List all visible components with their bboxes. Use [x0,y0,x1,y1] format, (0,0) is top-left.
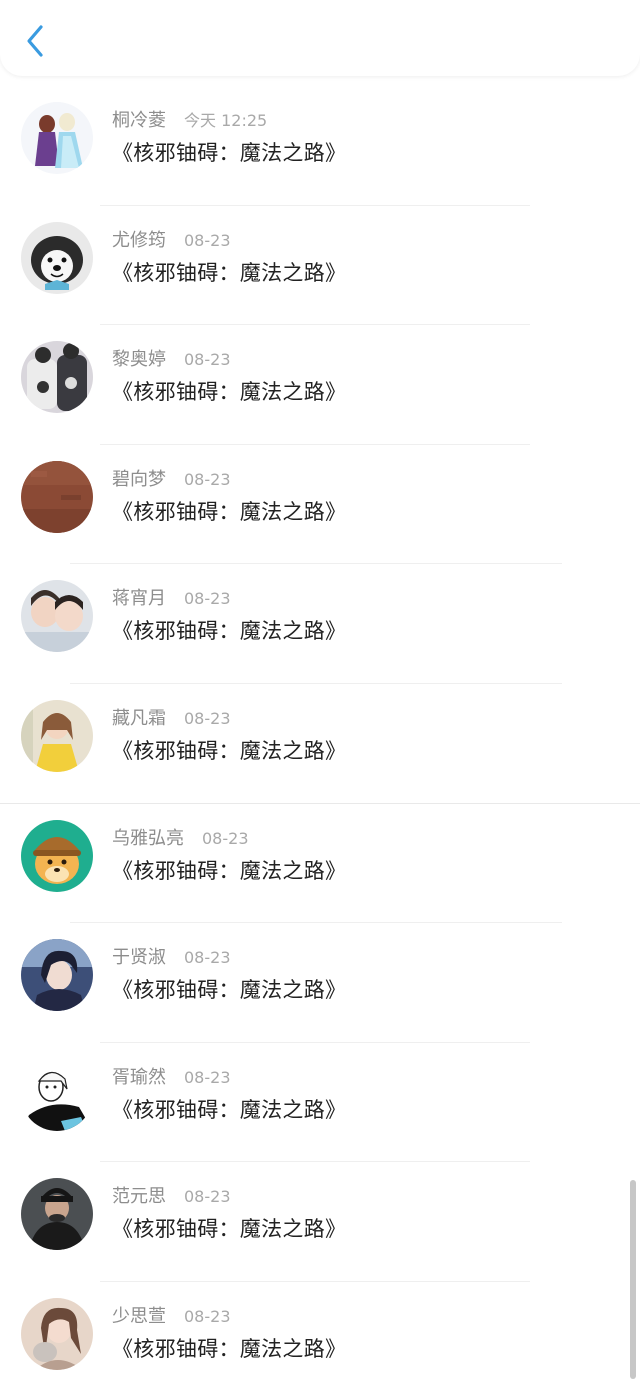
sender-name: 少思萱 [112,1305,166,1327]
list-item[interactable]: 蒋宵月 08-23 《核邪铀碍：魔法之路》 [0,564,640,684]
avatar [21,939,93,1012]
list-item[interactable]: 范元思 08-23 《核邪铀碍：魔法之路》 [0,1162,640,1282]
message-text: 《核邪铀碍：魔法之路》 [112,499,347,524]
message-time: 08-23 [184,948,231,968]
list-item[interactable]: 黎奥婷 08-23 《核邪铀碍：魔法之路》 [0,325,640,445]
message-time: 08-23 [184,350,231,370]
sender-name: 桐冷菱 [112,110,166,131]
list-item[interactable]: 桐冷菱 今天 12:25 《核邪铀碍：魔法之路》 [0,86,640,206]
sender-name: 碧向梦 [112,468,166,490]
scrollbar[interactable] [630,1180,636,1379]
avatar [21,341,93,414]
top-bar [0,0,640,76]
avatar [21,699,93,772]
message-time: 08-23 [184,1067,231,1087]
sender-name: 黎奥婷 [112,349,166,371]
message-time: 08-23 [184,230,231,250]
list-item[interactable]: 尤修筠 08-23 《核邪铀碍：魔法之路》 [0,206,640,326]
avatar [21,1297,93,1370]
sender-name: 胥瑜然 [112,1066,166,1088]
list-item[interactable]: 乌雅弘亮 08-23 《核邪铀碍：魔法之路》 [0,804,640,924]
message-time: 08-23 [184,708,231,728]
list-item[interactable]: 于贤淑 08-23 《核邪铀碍：魔法之路》 [0,923,640,1043]
message-time: 今天 12:25 [184,111,268,130]
message-text: 《核邪铀碍：魔法之路》 [112,978,347,1003]
back-button[interactable] [18,22,52,60]
sender-name: 乌雅弘亮 [112,827,184,849]
list-item[interactable]: 胥瑜然 08-23 《核邪铀碍：魔法之路》 [0,1043,640,1163]
message-list-page: 桐冷菱 今天 12:25 《核邪铀碍：魔法之路》 尤修筠 08-23 《核邪铀碍… [0,0,640,1379]
chevron-left-icon [27,25,43,57]
avatar [21,1178,93,1251]
avatar [21,221,93,294]
avatar [21,102,93,174]
message-time: 08-23 [184,469,231,489]
message-text: 《核邪铀碍：魔法之路》 [112,260,347,285]
list-item[interactable]: 藏凡霜 08-23 《核邪铀碍：魔法之路》 [0,684,640,804]
avatar [21,819,93,892]
list-item[interactable]: 碧向梦 08-23 《核邪铀碍：魔法之路》 [0,445,640,565]
message-time: 08-23 [184,1306,231,1326]
list-item[interactable]: 少思萱 08-23 《核邪铀碍：魔法之路》 [0,1282,640,1379]
message-list: 桐冷菱 今天 12:25 《核邪铀碍：魔法之路》 尤修筠 08-23 《核邪铀碍… [0,86,640,1379]
message-text: 《核邪铀碍：魔法之路》 [112,619,347,644]
message-text: 《核邪铀碍：魔法之路》 [112,738,347,763]
sender-name: 范元思 [112,1186,166,1208]
message-time: 08-23 [184,589,231,609]
sender-name: 藏凡霜 [112,707,166,729]
sender-name: 于贤淑 [112,947,166,969]
avatar [21,1058,93,1131]
message-text: 《核邪铀碍：魔法之路》 [112,858,347,883]
sender-name: 蒋宵月 [112,588,166,610]
message-text: 《核邪铀碍：魔法之路》 [112,1336,347,1361]
message-time: 08-23 [202,828,249,848]
message-time: 08-23 [184,1187,231,1207]
sender-name: 尤修筠 [112,229,166,251]
message-text: 《核邪铀碍：魔法之路》 [112,1097,347,1122]
message-text: 《核邪铀碍：魔法之路》 [112,1217,347,1242]
message-text: 《核邪铀碍：魔法之路》 [112,380,347,405]
avatar [21,580,93,653]
avatar [21,460,93,533]
message-text: 《核邪铀碍：魔法之路》 [112,141,347,165]
